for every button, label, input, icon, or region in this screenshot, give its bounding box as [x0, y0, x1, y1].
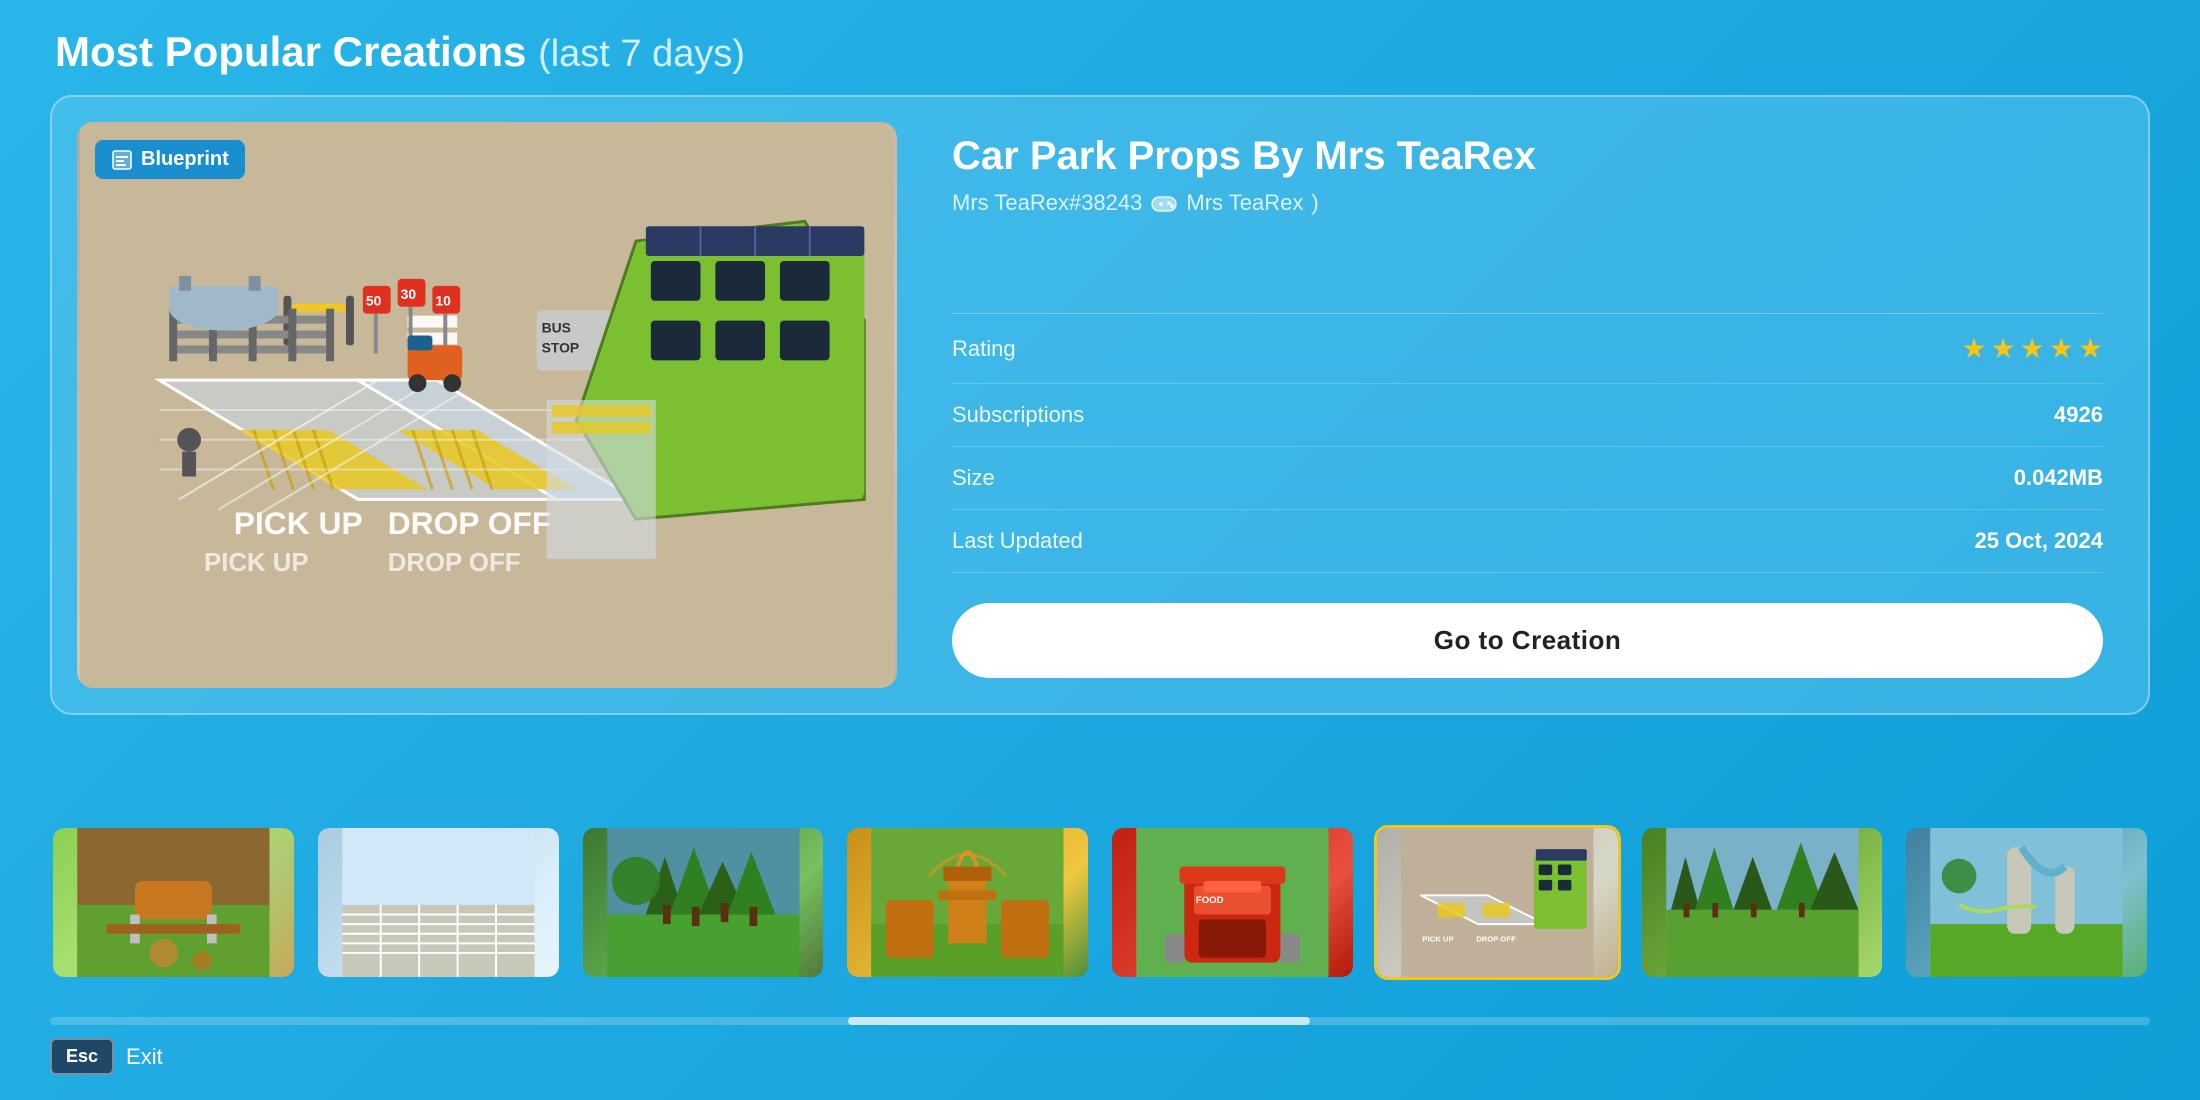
thumb-bg-7 — [1906, 828, 2147, 977]
svg-text:30: 30 — [401, 286, 417, 302]
svg-text:BUS: BUS — [542, 320, 571, 336]
stat-row-rating: Rating ★ ★ ★ ★ ★ — [952, 314, 2103, 384]
svg-text:FOOD: FOOD — [1196, 895, 1224, 906]
main-image-wrapper: PICK UP PICK UP DROP OFF DROP OFF BUS ST… — [77, 122, 897, 688]
svg-text:PICK UP: PICK UP — [204, 549, 309, 577]
main-card: PICK UP PICK UP DROP OFF DROP OFF BUS ST… — [50, 95, 2150, 715]
author-alias: Mrs TeaRex — [1186, 190, 1303, 216]
esc-key[interactable]: Esc — [50, 1038, 114, 1075]
svg-text:DROP OFF: DROP OFF — [388, 505, 552, 541]
rating-stars: ★ ★ ★ ★ ★ — [1961, 332, 2103, 365]
stat-row-last-updated: Last Updated 25 Oct, 2024 — [952, 510, 2103, 573]
thumbnail-0[interactable] — [50, 825, 297, 980]
last-updated-value: 25 Oct, 2024 — [1975, 528, 2103, 554]
thumbnail-strip: FOOD PICK UP DROP OFF — [50, 825, 2150, 980]
thumbnail-7[interactable] — [1903, 825, 2150, 980]
main-image-canvas: PICK UP PICK UP DROP OFF DROP OFF BUS ST… — [77, 122, 897, 688]
stats-table: Rating ★ ★ ★ ★ ★ Subscriptions 4926 Size… — [952, 313, 2103, 573]
star-3: ★ — [2020, 332, 2045, 365]
thumbnail-1[interactable] — [315, 825, 562, 980]
last-updated-label: Last Updated — [952, 528, 1083, 554]
svg-text:PICK UP: PICK UP — [234, 505, 363, 541]
star-1: ★ — [1961, 332, 1986, 365]
author-line: Mrs TeaRex#38243 Mrs TeaRex ) — [952, 190, 2103, 216]
thumbnail-4[interactable]: FOOD — [1109, 825, 1356, 980]
thumbnail-2[interactable] — [580, 825, 827, 980]
page-subtitle: (last 7 days) — [538, 33, 745, 75]
page-title-main: Most Popular Creations — [55, 28, 526, 75]
star-2: ★ — [1991, 332, 2016, 365]
svg-text:50: 50 — [366, 293, 382, 309]
size-label: Size — [952, 465, 995, 491]
stat-row-subscriptions: Subscriptions 4926 — [952, 384, 2103, 447]
thumb-bg-2 — [583, 828, 824, 977]
blueprint-icon — [111, 149, 133, 171]
thumbnail-3[interactable] — [844, 825, 1091, 980]
star-5: ★ — [2078, 332, 2103, 365]
svg-text:STOP: STOP — [542, 339, 580, 355]
gamepad-icon — [1150, 193, 1178, 213]
thumb-bg-5: PICK UP DROP OFF — [1377, 828, 1618, 977]
blueprint-label: Blueprint — [141, 148, 229, 171]
subscriptions-label: Subscriptions — [952, 402, 1084, 428]
svg-text:DROP OFF: DROP OFF — [388, 549, 521, 577]
author-id: Mrs TeaRex#38243 — [952, 190, 1142, 216]
page-title: Most Popular Creations (last 7 days) — [55, 28, 745, 76]
thumb-bg-4: FOOD — [1112, 828, 1353, 977]
scene-svg: PICK UP PICK UP DROP OFF DROP OFF BUS ST… — [77, 122, 897, 688]
creation-title: Car Park Props By Mrs TeaRex — [952, 132, 2103, 180]
rating-label: Rating — [952, 336, 1016, 362]
esc-bar: Esc Exit — [50, 1038, 163, 1075]
thumb-bg-0 — [53, 828, 294, 977]
svg-text:DROP OFF: DROP OFF — [1476, 934, 1516, 943]
scroll-bar-track[interactable] — [50, 1017, 2150, 1025]
subscriptions-value: 4926 — [2054, 402, 2103, 428]
thumbnail-5[interactable]: PICK UP DROP OFF — [1374, 825, 1621, 980]
thumb-bg-3 — [847, 828, 1088, 977]
scroll-bar-thumb[interactable] — [848, 1017, 1310, 1025]
blueprint-badge: Blueprint — [95, 140, 245, 179]
star-4: ★ — [2049, 332, 2074, 365]
svg-text:PICK UP: PICK UP — [1422, 934, 1453, 943]
thumb-bg-6 — [1642, 828, 1883, 977]
stat-row-size: Size 0.042MB — [952, 447, 2103, 510]
thumbnail-6[interactable] — [1639, 825, 1886, 980]
esc-label: Exit — [126, 1044, 163, 1070]
info-panel: Car Park Props By Mrs TeaRex Mrs TeaRex#… — [932, 122, 2123, 688]
svg-text:10: 10 — [435, 293, 451, 309]
go-to-creation-button[interactable]: Go to Creation — [952, 603, 2103, 678]
size-value: 0.042MB — [2014, 465, 2103, 491]
thumb-bg-1 — [318, 828, 559, 977]
